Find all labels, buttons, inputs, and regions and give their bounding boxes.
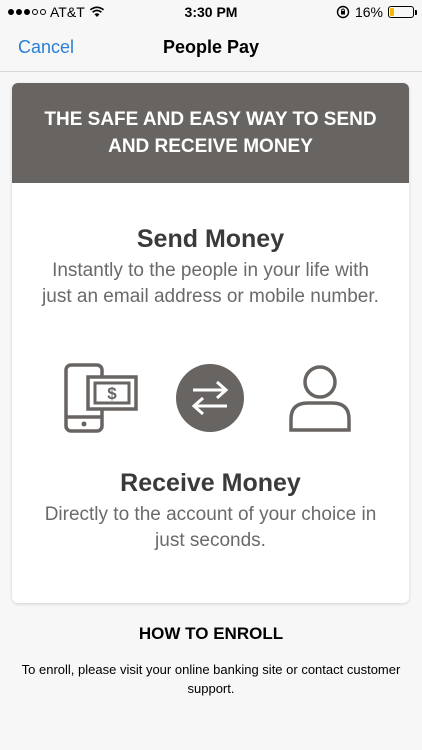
wifi-icon xyxy=(89,6,104,17)
info-card: THE SAFE AND EASY WAY TO SEND AND RECEIV… xyxy=(12,83,409,603)
receive-money-title: Receive Money xyxy=(120,469,301,497)
send-money-description: Instantly to the people in your life wit… xyxy=(42,260,379,307)
receive-block: Receive Money Directly to the account of… xyxy=(12,469,409,554)
swap-arrows-icon xyxy=(176,364,244,432)
status-left: AT&T xyxy=(8,4,105,20)
status-bar: AT&T 3:30 PM 16% xyxy=(0,0,422,24)
battery-icon xyxy=(388,6,417,18)
nav-bar: Cancel People Pay xyxy=(0,24,422,72)
person-icon xyxy=(289,365,351,432)
phone-dollar-icon: $ xyxy=(64,363,138,433)
status-right: 16% xyxy=(336,4,417,20)
send-money-title: Send Money xyxy=(136,225,285,253)
card-banner: THE SAFE AND EASY WAY TO SEND AND RECEIV… xyxy=(12,83,409,183)
orientation-lock-icon xyxy=(336,5,350,19)
cancel-button[interactable]: Cancel xyxy=(18,37,74,58)
enroll-text: To enroll, please visit your online bank… xyxy=(21,662,401,696)
receive-money-description: Directly to the account of your choice i… xyxy=(44,504,377,551)
battery-percent: 16% xyxy=(354,4,383,20)
dollar-sign-label: $ xyxy=(107,384,117,403)
carrier-label: AT&T xyxy=(50,4,85,20)
signal-dots-icon xyxy=(8,9,46,15)
enroll-heading: HOW TO ENROLL xyxy=(138,624,284,643)
page-title: People Pay xyxy=(162,37,260,57)
icons-row: $ xyxy=(12,363,409,435)
battery-fill xyxy=(390,8,394,16)
